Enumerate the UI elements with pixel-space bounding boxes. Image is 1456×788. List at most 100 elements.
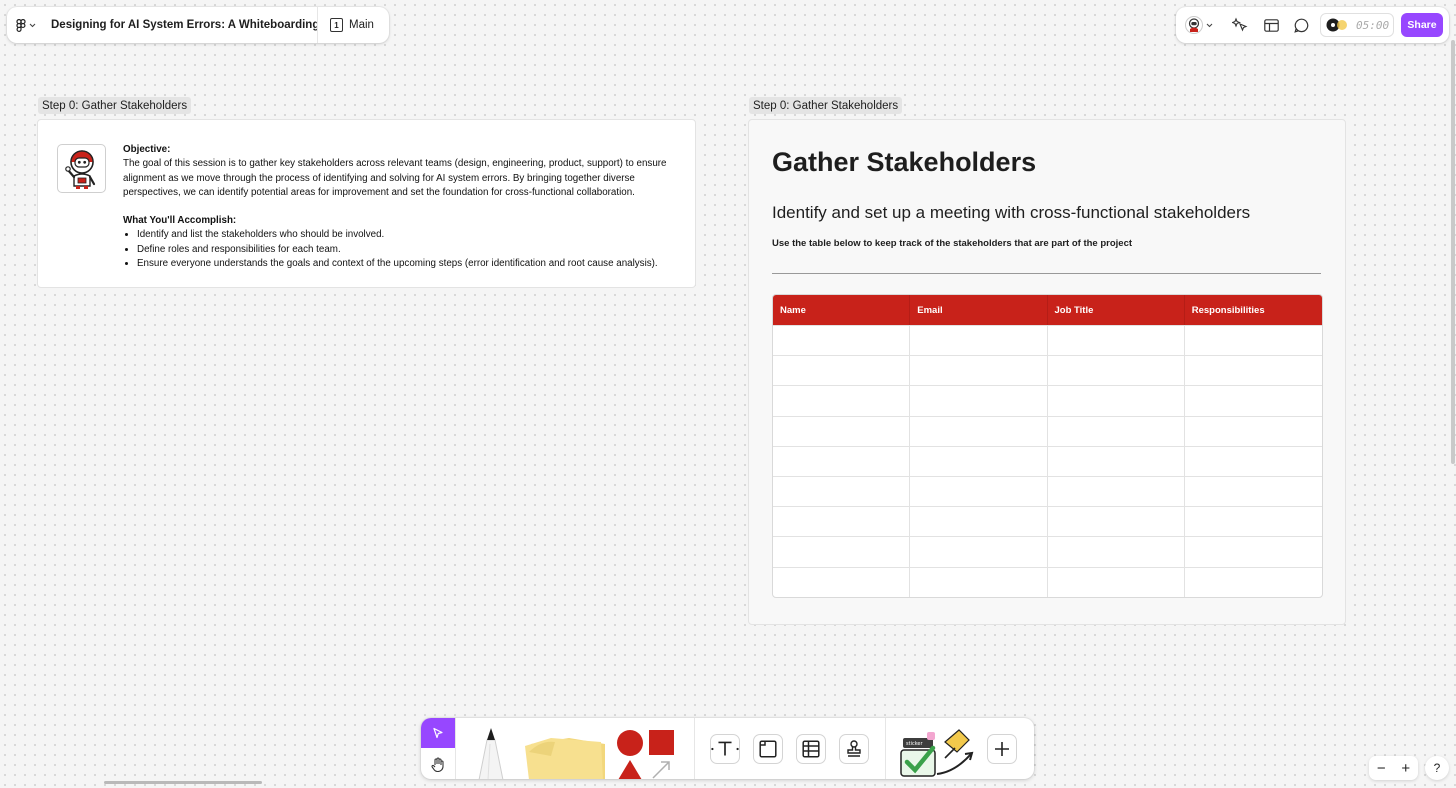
hand-tool-button[interactable]: [421, 749, 455, 779]
table-cell[interactable]: [1048, 476, 1185, 507]
table-cell[interactable]: [1048, 567, 1185, 597]
table-cell[interactable]: [773, 416, 911, 446]
file-toolbar: Designing for AI System Errors: A Whiteb…: [7, 7, 389, 43]
table-cell[interactable]: [1185, 477, 1322, 506]
stakeholders-card[interactable]: Gather Stakeholders Identify and set up …: [748, 119, 1346, 625]
zoom-in-button[interactable]: +: [1401, 760, 1410, 777]
layout-panel-button[interactable]: [1261, 15, 1281, 35]
vertical-scrollbar[interactable]: [1451, 40, 1455, 464]
table-row: [773, 325, 1322, 356]
select-tool-button[interactable]: [421, 718, 455, 748]
table-cell[interactable]: [1185, 447, 1322, 476]
table-header: Name Email Job Title Responsibilities: [773, 295, 1322, 325]
table-cell[interactable]: [1185, 386, 1322, 415]
file-title[interactable]: Designing for AI System Errors: A Whiteb…: [45, 19, 317, 31]
section-label-left[interactable]: Step 0: Gather Stakeholders: [38, 97, 192, 114]
divider: [885, 718, 886, 779]
divider: [455, 718, 456, 779]
column-header-name[interactable]: Name: [773, 295, 911, 325]
section-label-right[interactable]: Step 0: Gather Stakeholders: [749, 97, 903, 114]
more-tools-button[interactable]: [987, 734, 1017, 764]
table-cell[interactable]: [773, 386, 911, 416]
main-menu-button[interactable]: [7, 7, 45, 43]
sparkle-cursor-icon: [1232, 17, 1248, 32]
table-cell[interactable]: [910, 476, 1048, 507]
layout-icon: [1263, 18, 1279, 32]
table-cell[interactable]: [1048, 416, 1185, 446]
objective-text-block: Objective: The goal of this session is t…: [123, 143, 683, 271]
card-title: Gather Stakeholders: [772, 147, 1037, 177]
figma-logo-icon: [16, 18, 26, 32]
list-item: Define roles and responsibilities for ea…: [137, 243, 683, 257]
page-name: Main: [349, 19, 374, 31]
pen-tool-button[interactable]: [473, 726, 509, 779]
table-cell[interactable]: [773, 446, 911, 476]
table-row: [773, 536, 1322, 567]
table-cell[interactable]: [1048, 386, 1185, 416]
timer-button[interactable]: 05:00: [1320, 13, 1394, 37]
card-instruction: Use the table below to keep track of the…: [772, 238, 1133, 249]
text-tool-button[interactable]: [710, 734, 740, 764]
table-cell[interactable]: [1185, 568, 1322, 597]
table-row: [773, 445, 1322, 476]
sticky-note-icon: [525, 738, 605, 779]
table-cell[interactable]: [773, 507, 911, 537]
column-header-email[interactable]: Email: [910, 295, 1048, 325]
table-cell[interactable]: [910, 446, 1048, 476]
music-disc-icon: [1326, 18, 1347, 32]
card-subtitle: Identify and set up a meeting with cross…: [772, 203, 1251, 222]
zoom-out-button[interactable]: −: [1377, 760, 1386, 777]
table-row: [773, 475, 1322, 507]
table-cell[interactable]: [1185, 356, 1322, 385]
ai-actions-button[interactable]: [1230, 15, 1250, 35]
table-tool-button[interactable]: [796, 734, 826, 764]
column-header-responsibilities[interactable]: Responsibilities: [1185, 295, 1322, 325]
share-button[interactable]: Share: [1401, 13, 1443, 37]
table-cell[interactable]: [773, 476, 911, 507]
table-cell[interactable]: [910, 386, 1048, 416]
table-cell[interactable]: [910, 356, 1048, 386]
horizontal-scrollbar[interactable]: [104, 781, 262, 784]
table-cell[interactable]: [1185, 326, 1322, 355]
table-cell[interactable]: [1048, 507, 1185, 537]
table-cell[interactable]: [773, 567, 911, 597]
help-button[interactable]: ?: [1425, 756, 1449, 780]
shapes-tool-button[interactable]: [613, 726, 679, 779]
sticky-note-tool-button[interactable]: [521, 728, 607, 779]
table-cell[interactable]: [910, 567, 1048, 597]
table-cell[interactable]: [773, 356, 911, 386]
stamp-icon: [847, 740, 861, 757]
table-cell[interactable]: [1185, 417, 1322, 446]
avatar-menu[interactable]: [1184, 15, 1214, 35]
table-cell[interactable]: [773, 537, 911, 567]
comments-button[interactable]: [1291, 15, 1311, 35]
table-body: [773, 325, 1322, 597]
table-cell[interactable]: [910, 537, 1048, 567]
table-cell[interactable]: [1048, 326, 1185, 356]
table-icon: [802, 740, 820, 758]
section-tool-button[interactable]: [753, 734, 783, 764]
column-header-job-title[interactable]: Job Title: [1048, 295, 1185, 325]
svg-text:sticker: sticker: [906, 741, 923, 747]
table-cell[interactable]: [1048, 537, 1185, 567]
table-row: [773, 355, 1322, 386]
table-row: [773, 385, 1322, 416]
stickers-tool-button[interactable]: sticker: [897, 724, 983, 779]
table-row: [773, 566, 1322, 597]
objective-card[interactable]: Objective: The goal of this session is t…: [37, 119, 696, 288]
table-cell[interactable]: [1185, 507, 1322, 536]
cursor-icon: [433, 727, 443, 739]
table-cell[interactable]: [1048, 446, 1185, 476]
table-cell[interactable]: [1185, 537, 1322, 566]
page-selector[interactable]: 1 Main: [318, 18, 374, 32]
table-cell[interactable]: [910, 416, 1048, 446]
table-cell[interactable]: [910, 326, 1048, 356]
table-cell[interactable]: [773, 326, 911, 356]
table-cell[interactable]: [1048, 356, 1185, 386]
comment-icon: [1293, 18, 1308, 33]
list-item: Identify and list the stakeholders who s…: [137, 228, 683, 242]
stakeholder-table[interactable]: Name Email Job Title Responsibilities: [772, 294, 1323, 598]
table-cell[interactable]: [910, 507, 1048, 537]
objective-paragraph: The goal of this session is to gather ke…: [123, 158, 667, 198]
stamp-tool-button[interactable]: [839, 734, 869, 764]
